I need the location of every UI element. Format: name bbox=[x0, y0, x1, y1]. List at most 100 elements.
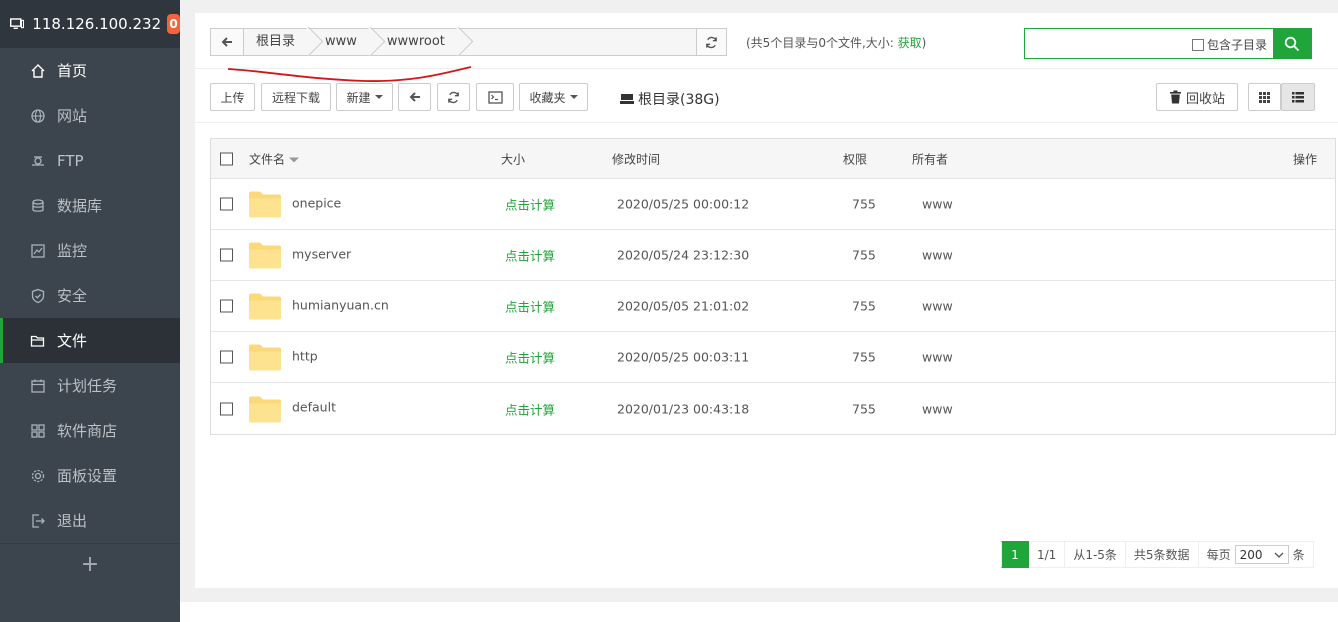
table-row[interactable]: http 点击计算 2020/05/25 00:03:11 755 www bbox=[211, 332, 1335, 383]
sidebar-item-security[interactable]: 安全 bbox=[0, 273, 180, 318]
per-page-select[interactable]: 200 bbox=[1234, 545, 1289, 564]
calc-size-link[interactable]: 点击计算 bbox=[505, 195, 555, 214]
upload-button[interactable]: 上传 bbox=[210, 83, 255, 111]
sidebar-item-logout[interactable]: 退出 bbox=[0, 498, 180, 543]
path-bar: 根目录 www wwwroot (共5个目录与0个文件,大小: 获取) 包含子目… bbox=[195, 13, 1338, 82]
terminal-icon bbox=[487, 90, 503, 104]
refresh-button[interactable] bbox=[437, 83, 470, 111]
notification-badge[interactable]: 0 bbox=[167, 14, 180, 34]
search-box: 包含子目录 bbox=[1024, 28, 1312, 59]
table-row[interactable]: onepice 点击计算 2020/05/25 00:00:12 755 www bbox=[211, 179, 1335, 230]
sidebar-item-label: 监控 bbox=[57, 242, 88, 260]
table-row[interactable]: myserver 点击计算 2020/05/24 23:12:30 755 www bbox=[211, 230, 1335, 281]
sidebar: 118.126.100.232 0 首页 网站 FTP 数据库 监控 安全 文件… bbox=[0, 0, 180, 622]
file-name-link[interactable]: onepice bbox=[292, 196, 341, 211]
sidebar-item-label: 文件 bbox=[57, 332, 88, 350]
file-name-link[interactable]: default bbox=[292, 400, 336, 415]
table-row[interactable]: default 点击计算 2020/01/23 00:43:18 755 www bbox=[211, 383, 1335, 434]
row-checkbox[interactable] bbox=[220, 350, 233, 364]
caret-down-icon bbox=[374, 95, 383, 99]
file-name-link[interactable]: humianyuan.cn bbox=[292, 298, 389, 313]
gear-icon bbox=[29, 467, 47, 485]
col-size-header[interactable]: 大小 bbox=[501, 150, 525, 167]
sidebar-item-label: 首页 bbox=[57, 62, 88, 80]
col-perm-header[interactable]: 权限 bbox=[843, 150, 867, 167]
breadcrumb-wwwroot[interactable]: wwwroot bbox=[374, 29, 463, 55]
folder-icon bbox=[249, 396, 281, 422]
calc-size-link[interactable]: 点击计算 bbox=[505, 348, 555, 367]
row-checkbox[interactable] bbox=[220, 299, 233, 313]
sidebar-item-monitor[interactable]: 监控 bbox=[0, 228, 180, 273]
go-up-button[interactable] bbox=[398, 83, 431, 111]
col-name-header[interactable]: 文件名 bbox=[249, 150, 300, 167]
caret-down-icon bbox=[569, 95, 578, 99]
monitor-icon bbox=[10, 18, 25, 30]
terminal-button[interactable] bbox=[476, 83, 514, 111]
page-count: 1/1 bbox=[1029, 541, 1066, 568]
arrow-left-icon bbox=[409, 92, 420, 102]
row-checkbox[interactable] bbox=[220, 402, 233, 415]
trash-icon bbox=[1169, 90, 1181, 104]
permission[interactable]: 755 bbox=[852, 299, 876, 314]
get-size-link[interactable]: 获取 bbox=[898, 36, 922, 50]
breadcrumb-root[interactable]: 根目录 bbox=[244, 29, 314, 55]
select-all-checkbox[interactable] bbox=[220, 152, 233, 165]
grid-view-button[interactable] bbox=[1248, 83, 1281, 111]
permission[interactable]: 755 bbox=[852, 401, 876, 416]
permission[interactable]: 755 bbox=[852, 350, 876, 365]
sidebar-item-store[interactable]: 软件商店 bbox=[0, 408, 180, 453]
sidebar-item-website[interactable]: 网站 bbox=[0, 93, 180, 138]
sidebar-item-label: 安全 bbox=[57, 287, 88, 305]
col-action-header: 操作 bbox=[1293, 152, 1318, 166]
sidebar-item-database[interactable]: 数据库 bbox=[0, 183, 180, 228]
refresh-icon bbox=[706, 36, 717, 48]
home-icon bbox=[29, 62, 47, 80]
sidebar-item-label: 网站 bbox=[57, 107, 88, 125]
per-page: 每页 200 条 bbox=[1198, 541, 1314, 568]
add-menu-button[interactable]: + bbox=[0, 543, 180, 585]
refresh-path-button[interactable] bbox=[696, 29, 726, 55]
remote-download-button[interactable]: 远程下载 bbox=[261, 83, 331, 111]
sidebar-item-ftp[interactable]: FTP bbox=[0, 138, 180, 183]
table-header: 文件名 大小 修改时间 权限 所有者 操作 bbox=[211, 139, 1335, 179]
sidebar-item-cron[interactable]: 计划任务 bbox=[0, 363, 180, 408]
database-icon bbox=[29, 197, 47, 215]
permission[interactable]: 755 bbox=[852, 197, 876, 212]
sidebar-item-settings[interactable]: 面板设置 bbox=[0, 453, 180, 498]
permission[interactable]: 755 bbox=[852, 248, 876, 263]
refresh-icon bbox=[448, 91, 459, 103]
row-checkbox[interactable] bbox=[220, 197, 233, 211]
favorites-dropdown-button[interactable]: 收藏夹 bbox=[519, 83, 588, 111]
search-icon bbox=[1284, 36, 1300, 51]
pagination: 1 1/1 从1-5条 共5条数据 每页 200 条 bbox=[1001, 541, 1314, 568]
col-owner-header[interactable]: 所有者 bbox=[912, 150, 948, 167]
recycle-bin-button[interactable]: 回收站 bbox=[1156, 83, 1238, 111]
checkbox[interactable] bbox=[1191, 38, 1204, 51]
sidebar-item-files[interactable]: 文件 bbox=[0, 318, 180, 363]
search-button[interactable] bbox=[1273, 29, 1311, 58]
server-ip: 118.126.100.232 bbox=[32, 15, 162, 33]
sidebar-item-home[interactable]: 首页 bbox=[0, 48, 180, 93]
file-table: 文件名 大小 修改时间 权限 所有者 操作 onepice 点击计算 2020/05… bbox=[210, 138, 1336, 435]
search-input[interactable]: 包含子目录 bbox=[1025, 29, 1273, 58]
file-name-link[interactable]: http bbox=[292, 349, 318, 364]
calc-size-link[interactable]: 点击计算 bbox=[505, 246, 555, 265]
list-view-button[interactable] bbox=[1281, 83, 1315, 111]
calc-size-link[interactable]: 点击计算 bbox=[505, 297, 555, 316]
disk-selector[interactable]: 根目录(38G) bbox=[620, 89, 720, 109]
sidebar-item-label: 退出 bbox=[57, 512, 88, 530]
page-current[interactable]: 1 bbox=[1001, 541, 1029, 568]
arrow-left-icon bbox=[221, 37, 232, 47]
calc-size-link[interactable]: 点击计算 bbox=[505, 399, 555, 418]
breadcrumb: 根目录 www wwwroot bbox=[210, 28, 727, 56]
include-subdir-checkbox[interactable]: 包含子目录 bbox=[1191, 36, 1267, 53]
col-mtime-header[interactable]: 修改时间 bbox=[612, 150, 660, 167]
table-row[interactable]: humianyuan.cn 点击计算 2020/05/05 21:01:02 755 w… bbox=[211, 281, 1335, 332]
file-name-link[interactable]: myserver bbox=[292, 247, 351, 262]
list-view-icon bbox=[1292, 91, 1304, 102]
folder-icon bbox=[249, 191, 281, 218]
new-dropdown-button[interactable]: 新建 bbox=[336, 83, 393, 111]
row-checkbox[interactable] bbox=[220, 248, 233, 262]
back-button[interactable] bbox=[211, 29, 244, 55]
file-manager-panel: 根目录 www wwwroot (共5个目录与0个文件,大小: 获取) 包含子目… bbox=[195, 13, 1338, 588]
